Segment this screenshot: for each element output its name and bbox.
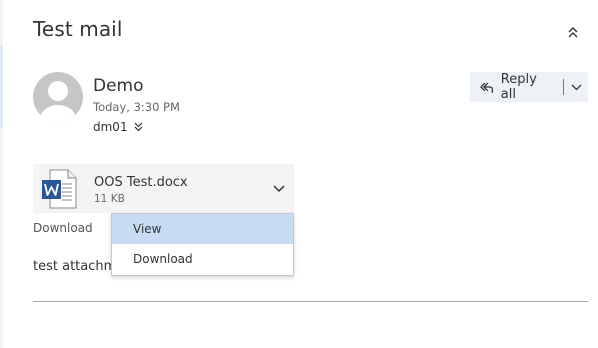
reply-all-icon — [480, 82, 493, 93]
double-chevron-down-icon — [134, 122, 143, 132]
reply-all-group: Reply all — [470, 72, 588, 102]
reply-all-label: Reply all — [500, 72, 537, 102]
message-subject: Test mail — [33, 17, 123, 41]
double-chevron-up-icon — [568, 27, 578, 38]
sender-avatar — [33, 72, 83, 122]
attachment-file-name: OOS Test.docx — [94, 175, 188, 190]
message-body: test attachm — [33, 259, 117, 274]
message-divider — [33, 301, 588, 302]
attachment-file-size: 11 KB — [94, 193, 125, 205]
collapse-button[interactable] — [562, 21, 584, 43]
sender-name: Demo — [93, 76, 144, 96]
recipient-name: dm01 — [93, 120, 128, 134]
reply-options-dropdown[interactable] — [564, 72, 588, 102]
chevron-down-icon — [273, 185, 285, 193]
download-link[interactable]: Download — [33, 221, 93, 235]
reply-all-button[interactable]: Reply all — [470, 72, 555, 102]
attachment-options-button[interactable] — [269, 179, 289, 199]
attachment-card[interactable]: OOS Test.docx 11 KB — [33, 164, 294, 213]
recipients-toggle[interactable]: dm01 — [93, 120, 143, 134]
menu-item-download[interactable]: Download — [112, 244, 293, 274]
message-timestamp: Today, 3:30 PM — [93, 100, 180, 114]
chevron-down-icon — [571, 84, 582, 90]
selection-indicator — [0, 46, 3, 128]
attachment-context-menu: View Download — [111, 213, 294, 276]
word-document-icon — [42, 169, 77, 209]
person-avatar-icon — [40, 81, 76, 122]
menu-item-view[interactable]: View — [112, 214, 293, 244]
